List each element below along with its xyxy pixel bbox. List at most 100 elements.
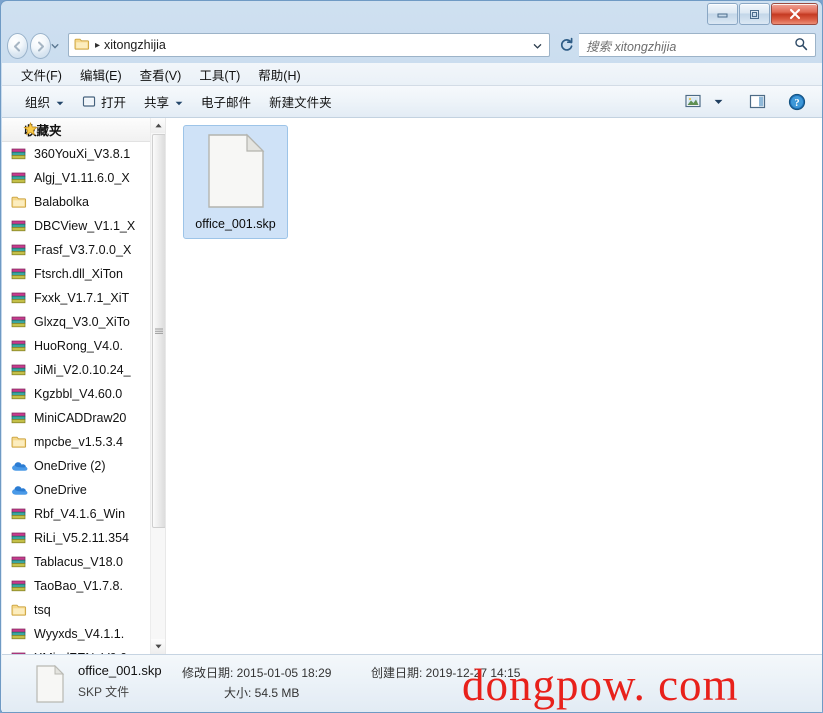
folder-icon bbox=[10, 194, 28, 210]
minimize-button[interactable] bbox=[707, 3, 738, 25]
archive-icon bbox=[10, 410, 28, 426]
details-modified-date: 修改日期: 2015-01-05 18:29 bbox=[182, 666, 332, 680]
sidebar-item-frasf[interactable]: Frasf_V3.7.0.0_X bbox=[2, 238, 152, 262]
refresh-button[interactable] bbox=[555, 34, 577, 56]
archive-icon bbox=[10, 266, 28, 282]
organize-label: 组织 bbox=[25, 96, 51, 110]
change-view-dropdown[interactable] bbox=[708, 96, 729, 108]
sidebar-item-rbf[interactable]: Rbf_V4.1.6_Win bbox=[2, 502, 152, 526]
scroll-up-button[interactable] bbox=[151, 118, 165, 133]
sidebar-item-balabolka[interactable]: Balabolka bbox=[2, 190, 152, 214]
window-controls bbox=[706, 3, 818, 25]
archive-icon bbox=[10, 506, 28, 522]
organize-button[interactable]: 组织 bbox=[16, 88, 73, 115]
maximize-button[interactable] bbox=[739, 3, 770, 25]
sidebar-item-onedrive[interactable]: OneDrive bbox=[2, 478, 152, 502]
generic-file-icon bbox=[35, 664, 65, 706]
back-button[interactable] bbox=[7, 33, 28, 59]
menu-item-file[interactable]: 文件(F) bbox=[12, 63, 71, 86]
file-item-office-001[interactable]: office_001.skp bbox=[183, 125, 288, 239]
chevron-down-icon bbox=[714, 99, 723, 104]
email-button[interactable]: 电子邮件 bbox=[192, 88, 260, 115]
sidebar-item-xmindzen[interactable]: XMindZEN_V9.0 bbox=[2, 646, 152, 654]
sidebar-item-label: MiniCADDraw20 bbox=[34, 411, 127, 425]
preview-pane-button[interactable] bbox=[743, 91, 772, 112]
watermark-text: dongpow. com bbox=[462, 660, 739, 710]
sidebar-item-dbcview[interactable]: DBCView_V1.1_X bbox=[2, 214, 152, 238]
details-file-type: SKP 文件 bbox=[78, 685, 130, 699]
address-bar-row: ▸ xitongzhijia 搜索 xitongzhijia bbox=[1, 31, 822, 61]
archive-icon bbox=[10, 290, 28, 306]
navigation-pane: 收藏夹 360YouXi_V3.8.1 Algj_V1.11.6.0_X Bal… bbox=[2, 118, 165, 654]
breadcrumb-current-folder[interactable]: xitongzhijia bbox=[104, 38, 166, 52]
navigation-buttons bbox=[7, 33, 59, 59]
sidebar-item-tsq[interactable]: tsq bbox=[2, 598, 152, 622]
close-button[interactable] bbox=[771, 3, 818, 25]
search-box[interactable]: 搜索 xitongzhijia bbox=[579, 33, 816, 57]
file-list-view[interactable]: office_001.skp bbox=[169, 118, 822, 654]
sidebar-item-taobao[interactable]: TaoBao_V1.7.8. bbox=[2, 574, 152, 598]
sidebar-item-kgzbbl[interactable]: Kgzbbl_V4.60.0 bbox=[2, 382, 152, 406]
share-button[interactable]: 共享 bbox=[135, 88, 192, 115]
open-button[interactable]: 打开 bbox=[73, 88, 135, 115]
sidebar-item-rili[interactable]: RiLi_V5.2.11.354 bbox=[2, 526, 152, 550]
sidebar-item-algj[interactable]: Algj_V1.11.6.0_X bbox=[2, 166, 152, 190]
onedrive-icon bbox=[10, 458, 28, 474]
sidebar-item-label: Algj_V1.11.6.0_X bbox=[34, 171, 130, 185]
menu-item-tools[interactable]: 工具(T) bbox=[190, 63, 249, 86]
change-view-button[interactable] bbox=[679, 91, 708, 112]
address-input[interactable]: ▸ xitongzhijia bbox=[68, 33, 550, 57]
sidebar-item-label: 360YouXi_V3.8.1 bbox=[34, 147, 131, 161]
archive-icon bbox=[10, 530, 28, 546]
navigation-pane-scrollbar[interactable] bbox=[150, 118, 165, 654]
title-bar bbox=[1, 1, 822, 29]
sidebar-item-label: Rbf_V4.1.6_Win bbox=[34, 507, 126, 521]
sidebar-item-minicaddraw[interactable]: MiniCADDraw20 bbox=[2, 406, 152, 430]
details-file-name: office_001.skp bbox=[78, 663, 162, 678]
sidebar-item-huorong[interactable]: HuoRong_V4.0. bbox=[2, 334, 152, 358]
archive-icon bbox=[10, 386, 28, 402]
title-bar-drag-area[interactable] bbox=[1, 1, 701, 29]
close-icon bbox=[789, 8, 800, 20]
forward-button[interactable] bbox=[30, 33, 51, 59]
sidebar-item-label: JiMi_V2.0.10.24_ bbox=[34, 363, 131, 377]
sidebar-item-glxzq[interactable]: Glxzq_V3.0_XiTo bbox=[2, 310, 152, 334]
menu-item-view[interactable]: 查看(V) bbox=[131, 63, 191, 86]
sidebar-item-mpcbe[interactable]: mpcbe_v1.5.3.4 bbox=[2, 430, 152, 454]
new-folder-button[interactable]: 新建文件夹 bbox=[260, 88, 341, 115]
recent-locations-button[interactable] bbox=[51, 35, 59, 57]
archive-icon bbox=[10, 242, 28, 258]
command-bar-right-group: ? bbox=[679, 90, 822, 114]
menu-item-edit[interactable]: 编辑(E) bbox=[71, 63, 131, 86]
sidebar-item-wyyxds[interactable]: Wyyxds_V4.1.1. bbox=[2, 622, 152, 646]
sidebar-item-fxxk[interactable]: Fxxk_V1.7.1_XiT bbox=[2, 286, 152, 310]
menu-bar: 文件(F) 编辑(E) 查看(V) 工具(T) 帮助(H) bbox=[2, 63, 822, 86]
email-label: 电子邮件 bbox=[201, 96, 252, 110]
help-button[interactable]: ? bbox=[782, 90, 812, 114]
sidebar-item-tablacus[interactable]: Tablacus_V18.0 bbox=[2, 550, 152, 574]
back-arrow-icon bbox=[14, 41, 20, 51]
view-layout-icon bbox=[685, 94, 701, 108]
command-bar: 组织 打开 共享 电子邮件 新建文件夹 ? bbox=[2, 86, 822, 118]
search-input[interactable]: 搜索 xitongzhijia bbox=[586, 36, 676, 55]
share-label: 共享 bbox=[144, 96, 170, 110]
svg-text:?: ? bbox=[794, 98, 799, 109]
menu-item-help[interactable]: 帮助(H) bbox=[249, 63, 309, 86]
sidebar-item-label: HuoRong_V4.0. bbox=[34, 339, 123, 353]
sidebar-item-jimi[interactable]: JiMi_V2.0.10.24_ bbox=[2, 358, 152, 382]
sidebar-item-360youxi[interactable]: 360YouXi_V3.8.1 bbox=[2, 142, 152, 166]
sidebar-item-label: Tablacus_V18.0 bbox=[34, 555, 123, 569]
chevron-down-icon bbox=[51, 43, 59, 49]
sidebar-item-onedrive-2[interactable]: OneDrive (2) bbox=[2, 454, 152, 478]
sidebar-item-ftsrch[interactable]: Ftsrch.dll_XiTon bbox=[2, 262, 152, 286]
folder-icon bbox=[74, 37, 90, 54]
address-dropdown-button[interactable] bbox=[533, 38, 542, 52]
archive-icon bbox=[10, 146, 28, 162]
sidebar-item-label: DBCView_V1.1_X bbox=[34, 219, 136, 233]
breadcrumb-separator: ▸ bbox=[95, 39, 101, 51]
archive-icon bbox=[10, 218, 28, 234]
folder-icon bbox=[10, 434, 28, 450]
archive-icon bbox=[10, 170, 28, 186]
scrollbar-thumb[interactable] bbox=[152, 134, 165, 528]
scroll-down-button[interactable] bbox=[151, 639, 165, 654]
